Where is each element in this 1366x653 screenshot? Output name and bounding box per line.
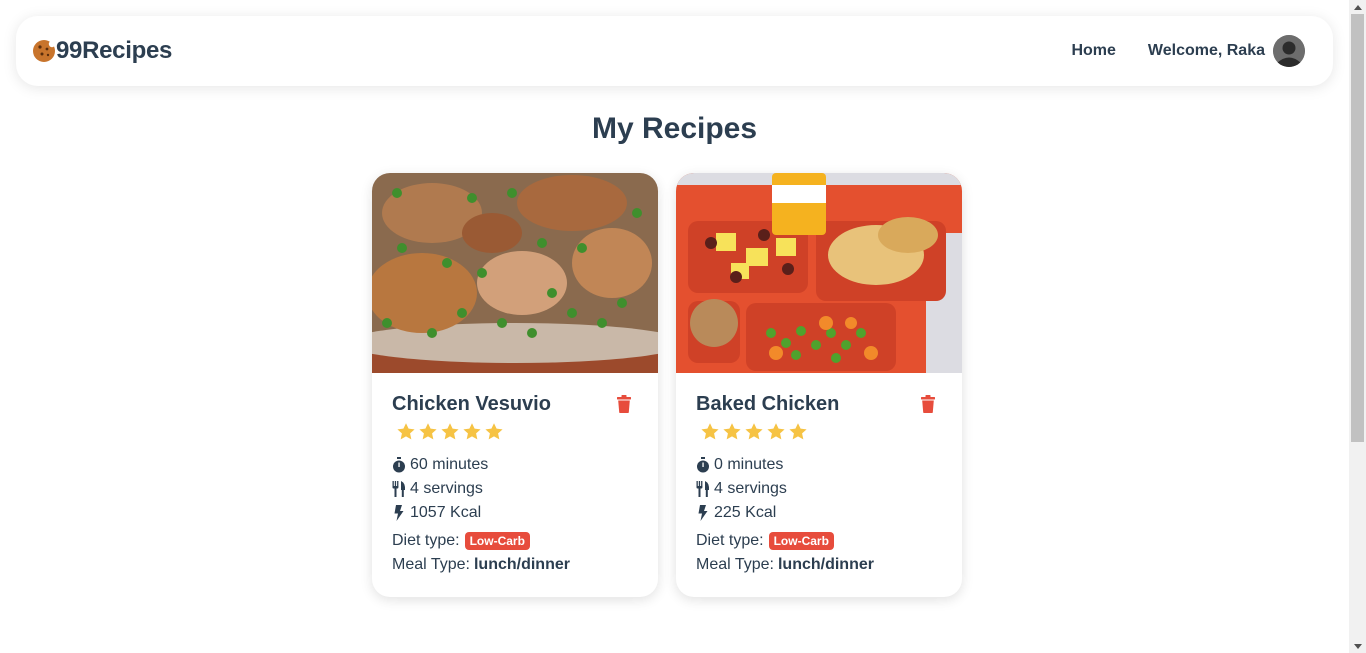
bolt-icon [698, 505, 708, 521]
recipe-card[interactable]: Baked Chicken 0 minutes 4 servings 225 K… [676, 173, 962, 597]
star-icon [485, 423, 503, 440]
star-icon [441, 423, 459, 440]
diet-type: Diet type: Low-Carb [392, 529, 638, 553]
star-icon [463, 423, 481, 440]
stopwatch-icon [697, 457, 709, 473]
scrollbar-thumb[interactable] [1351, 14, 1364, 442]
cook-time: 0 minutes [696, 453, 942, 477]
bolt-icon [394, 505, 404, 521]
trash-icon[interactable] [920, 395, 936, 413]
utensils-icon [392, 481, 406, 497]
brand-logo[interactable]: 99Recipes [32, 37, 172, 65]
cookie-icon [33, 40, 56, 62]
vertical-scrollbar[interactable] [1349, 0, 1366, 653]
page-title: My Recipes [591, 112, 758, 145]
calories: 225 Kcal [696, 501, 942, 525]
navbar: 99Recipes Home Welcome, Raka [16, 16, 1333, 86]
recipe-meta: 0 minutes 4 servings 225 Kcal [696, 453, 942, 525]
diet-label: Diet type: [392, 532, 460, 549]
welcome-text: Welcome, Raka [1147, 42, 1265, 59]
cook-time: 60 minutes [392, 453, 638, 477]
baked-chicken-tray-photo [676, 173, 962, 373]
star-icon [745, 423, 763, 440]
card-body: Baked Chicken 0 minutes 4 servings 225 K… [676, 373, 962, 577]
diet-type: Diet type: Low-Carb [696, 529, 942, 553]
cook-time-text: 0 minutes [714, 456, 784, 473]
recipe-meta: 60 minutes 4 servings 1057 Kcal [392, 453, 638, 525]
calories: 1057 Kcal [392, 501, 638, 525]
star-rating [700, 422, 942, 444]
recipe-title: Baked Chicken [696, 393, 840, 415]
servings-text: 4 servings [714, 480, 787, 497]
recipe-card[interactable]: Chicken Vesuvio 60 minutes 4 servings 10… [372, 173, 658, 597]
stopwatch-icon [393, 457, 405, 473]
brand-name: 99Recipes [56, 37, 173, 64]
meal-label: Meal Type: [696, 556, 774, 573]
servings: 4 servings [696, 477, 942, 501]
user-avatar-icon[interactable] [1273, 35, 1305, 67]
recipe-cards: Chicken Vesuvio 60 minutes 4 servings 10… [372, 173, 962, 597]
nav-home-link[interactable]: Home [1071, 42, 1115, 60]
star-icon [767, 423, 785, 440]
meal-value: lunch/dinner [777, 556, 874, 573]
star-icon [789, 423, 807, 440]
cook-time-text: 60 minutes [410, 456, 489, 473]
calories-text: 225 Kcal [714, 504, 777, 521]
nav-right: Home Welcome, Raka [1071, 35, 1305, 67]
star-icon [397, 423, 415, 440]
card-body: Chicken Vesuvio 60 minutes 4 servings 10… [372, 373, 658, 577]
scroll-up-arrow-icon[interactable] [1349, 0, 1366, 14]
recipe-title: Chicken Vesuvio [392, 393, 551, 415]
diet-badge: Low-Carb [768, 532, 834, 550]
star-icon [701, 423, 719, 440]
diet-label: Diet type: [696, 532, 764, 549]
scroll-down-arrow-icon[interactable] [1349, 639, 1366, 653]
meal-type: Meal Type: lunch/dinner [392, 553, 638, 577]
star-rating [396, 422, 638, 444]
calories-text: 1057 Kcal [410, 504, 482, 521]
star-icon [419, 423, 437, 440]
diet-badge: Low-Carb [464, 532, 530, 550]
meal-value: lunch/dinner [473, 556, 570, 573]
utensils-icon [696, 481, 710, 497]
trash-icon[interactable] [616, 395, 632, 413]
chicken-vesuvio-photo [372, 173, 658, 373]
star-icon [723, 423, 741, 440]
meal-label: Meal Type: [392, 556, 470, 573]
meal-type: Meal Type: lunch/dinner [696, 553, 942, 577]
servings: 4 servings [392, 477, 638, 501]
servings-text: 4 servings [410, 480, 483, 497]
